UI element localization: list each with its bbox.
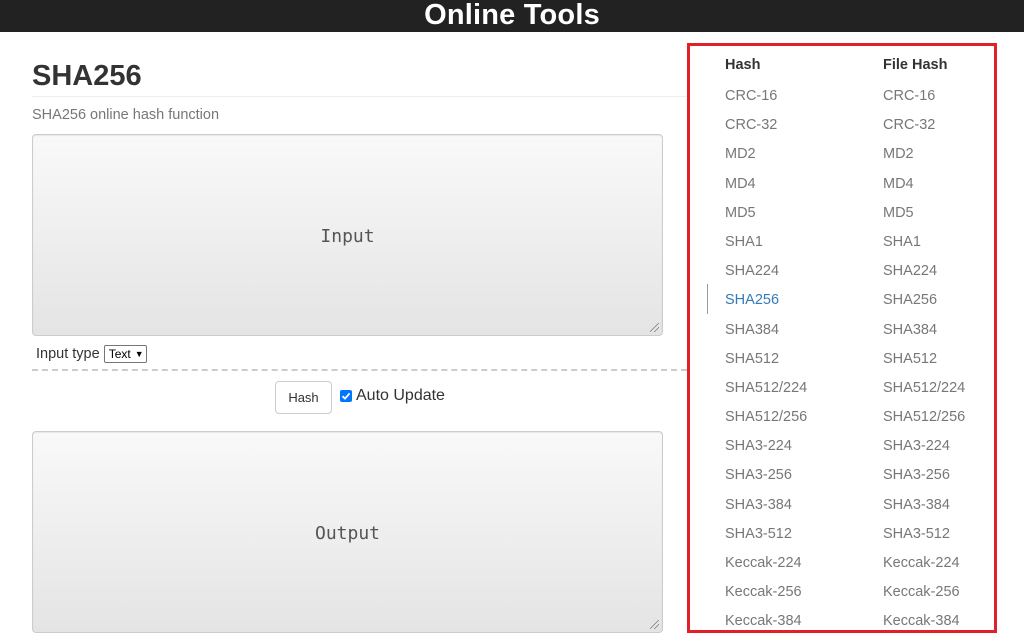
file-hash-link-sha224[interactable]: SHA224 [883, 262, 965, 291]
hash-link-keccak-384[interactable]: Keccak-384 [725, 612, 807, 630]
input-type-select[interactable]: Text ▼ [103, 345, 147, 363]
active-item-marker [707, 284, 708, 314]
input-placeholder: Input [320, 226, 375, 247]
file-hash-link-sha1[interactable]: SHA1 [883, 233, 965, 262]
file-hash-link-sha3-512[interactable]: SHA3-512 [883, 525, 965, 554]
hash-link-keccak-224[interactable]: Keccak-224 [725, 554, 807, 583]
hash-link-md2[interactable]: MD2 [725, 145, 807, 174]
file-hash-link-md2[interactable]: MD2 [883, 145, 965, 174]
file-hash-link-md4[interactable]: MD4 [883, 175, 965, 204]
file-hash-link-sha3-224[interactable]: SHA3-224 [883, 437, 965, 466]
file-hash-column-header: File Hash [883, 57, 948, 73]
hash-link-sha3-256[interactable]: SHA3-256 [725, 466, 807, 495]
input-type-row: Input type Text ▼ [36, 345, 147, 363]
hash-link-crc-32[interactable]: CRC-32 [725, 116, 807, 145]
site-title[interactable]: Online Tools [424, 0, 600, 31]
resize-handle-icon[interactable] [650, 323, 659, 332]
input-type-label: Input type [36, 346, 100, 362]
file-hash-link-sha3-256[interactable]: SHA3-256 [883, 466, 965, 495]
hash-link-sha512[interactable]: SHA512 [725, 350, 807, 379]
page-subtitle: SHA256 online hash function [32, 107, 220, 123]
chevron-down-icon: ▼ [134, 349, 144, 359]
hash-link-sha1[interactable]: SHA1 [725, 233, 807, 262]
hash-link-sha512-256[interactable]: SHA512/256 [725, 408, 807, 437]
hash-list: CRC-16 CRC-32 MD2 MD4 MD5 SHA1 SHA224 SHA256 SHA… [725, 87, 807, 630]
file-hash-link-sha512-224[interactable]: SHA512/224 [883, 379, 965, 408]
auto-update-toggle[interactable]: Auto Update [340, 387, 445, 405]
file-hash-link-sha384[interactable]: SHA384 [883, 321, 965, 350]
file-hash-link-sha256[interactable]: SHA256 [883, 291, 965, 320]
hash-link-md4[interactable]: MD4 [725, 175, 807, 204]
file-hash-list: CRC-16 CRC-32 MD2 MD4 MD5 SHA1 SHA224 SHA256 SHA… [883, 87, 965, 630]
input-textarea[interactable]: Input [32, 134, 663, 336]
hash-link-keccak-256[interactable]: Keccak-256 [725, 583, 807, 612]
hash-link-sha3-384[interactable]: SHA3-384 [725, 496, 807, 525]
file-hash-link-crc-16[interactable]: CRC-16 [883, 87, 965, 116]
file-hash-link-md5[interactable]: MD5 [883, 204, 965, 233]
hash-link-sha256[interactable]: SHA256 [725, 291, 807, 320]
checkmark-icon [341, 392, 351, 400]
hash-link-sha3-224[interactable]: SHA3-224 [725, 437, 807, 466]
hash-link-crc-16[interactable]: CRC-16 [725, 87, 807, 116]
output-textarea[interactable]: Output [32, 431, 663, 633]
hash-column-header: Hash [725, 57, 761, 73]
hash-button[interactable]: Hash [275, 381, 332, 414]
file-hash-link-sha3-384[interactable]: SHA3-384 [883, 496, 965, 525]
auto-update-checkbox[interactable] [340, 390, 352, 402]
title-divider [32, 96, 687, 97]
file-hash-link-keccak-256[interactable]: Keccak-256 [883, 583, 965, 612]
file-hash-link-sha512-256[interactable]: SHA512/256 [883, 408, 965, 437]
auto-update-label: Auto Update [356, 387, 445, 404]
hash-link-sha3-512[interactable]: SHA3-512 [725, 525, 807, 554]
file-hash-link-crc-32[interactable]: CRC-32 [883, 116, 965, 145]
file-hash-link-keccak-384[interactable]: Keccak-384 [883, 612, 965, 630]
top-bar: Online Tools [0, 0, 1024, 32]
file-hash-link-keccak-224[interactable]: Keccak-224 [883, 554, 965, 583]
hash-link-md5[interactable]: MD5 [725, 204, 807, 233]
page-title: SHA256 [32, 60, 142, 92]
hash-sidebar: Hash CRC-16 CRC-32 MD2 MD4 MD5 SHA1 SHA224 SHA2… [687, 43, 997, 633]
input-type-selected: Text [108, 347, 131, 361]
section-divider [32, 369, 687, 371]
resize-handle-icon[interactable] [650, 620, 659, 629]
output-placeholder: Output [314, 523, 381, 544]
file-hash-link-sha512[interactable]: SHA512 [883, 350, 965, 379]
hash-link-sha224[interactable]: SHA224 [725, 262, 807, 291]
hash-link-sha384[interactable]: SHA384 [725, 321, 807, 350]
hash-link-sha512-224[interactable]: SHA512/224 [725, 379, 807, 408]
